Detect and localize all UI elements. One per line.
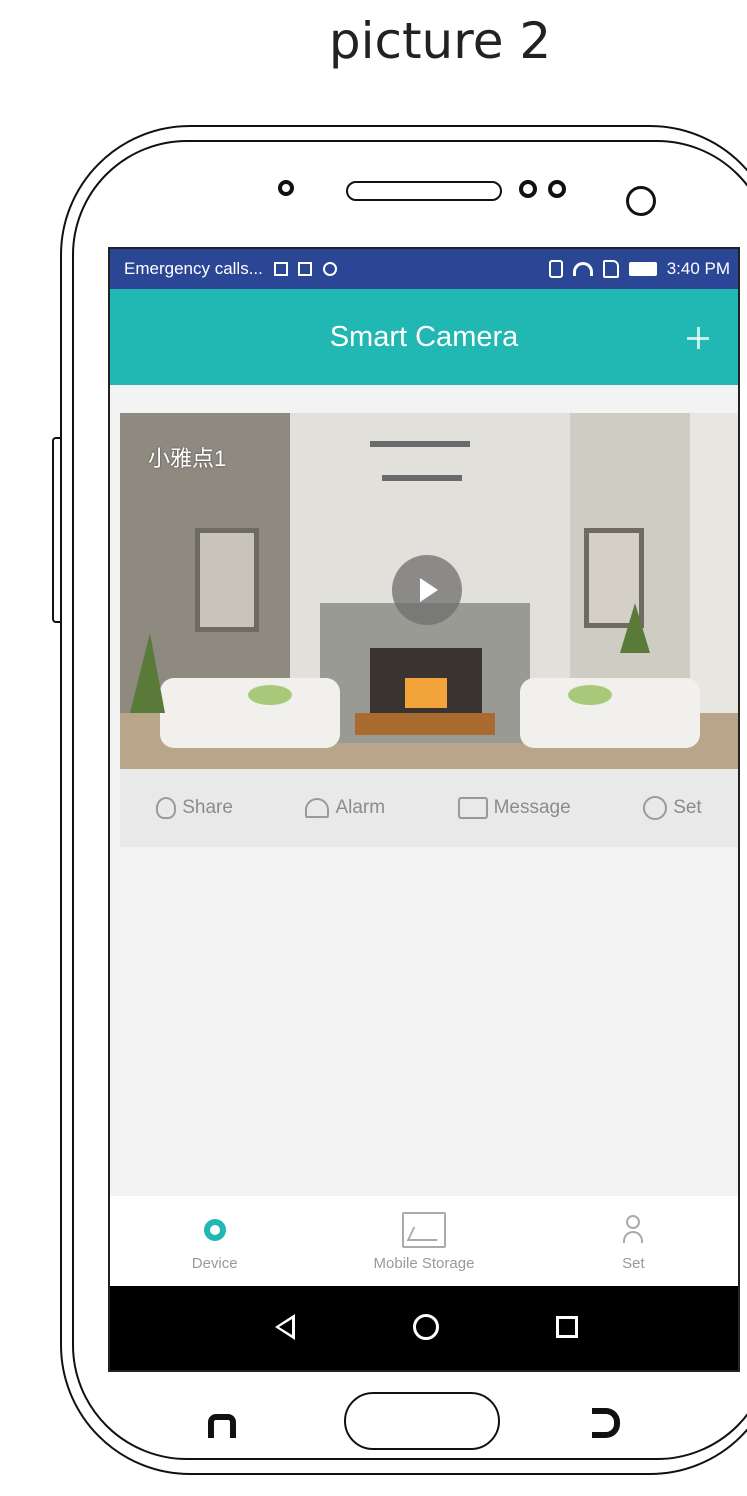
image-icon xyxy=(401,1211,446,1248)
phone-screen: Emergency calls... 3:40 PM Smart Camera xyxy=(108,247,740,1372)
gallery-notification-icon xyxy=(298,262,313,276)
nfc-icon xyxy=(548,260,563,278)
front-camera xyxy=(626,186,656,216)
sensor-dot xyxy=(548,180,566,198)
play-button[interactable] xyxy=(392,555,462,625)
sync-icon xyxy=(323,262,338,276)
status-time: 3:40 PM xyxy=(666,259,730,278)
sensor-dot xyxy=(519,180,537,198)
user-icon xyxy=(623,1214,644,1245)
settings-icon xyxy=(643,796,668,820)
hardware-recent-key xyxy=(208,1414,236,1438)
device-name: 小雅点1 xyxy=(148,446,227,471)
nav-set-label: Set xyxy=(622,1254,645,1272)
camera-thumbnail[interactable]: 小雅点1 xyxy=(120,413,738,769)
side-button xyxy=(52,437,60,623)
alarm-label: Alarm xyxy=(335,797,386,818)
recent-apps-icon[interactable] xyxy=(556,1316,578,1338)
wifi-icon xyxy=(572,262,593,276)
share-icon xyxy=(156,797,177,819)
set-action[interactable]: Set xyxy=(643,796,702,820)
sensor-dot xyxy=(278,180,294,196)
message-label: Message xyxy=(493,797,571,818)
nav-device-label: Device xyxy=(191,1254,238,1272)
device-action-bar: Share Alarm Message Set xyxy=(120,769,738,847)
app-bar: Smart Camera xyxy=(110,289,738,385)
notification-icon xyxy=(273,262,288,276)
carrier-text: Emergency calls... xyxy=(124,259,263,278)
nav-device[interactable]: Device xyxy=(110,1196,319,1286)
share-label: Share xyxy=(182,797,233,818)
figure-caption: picture 2 xyxy=(328,12,552,70)
battery-icon xyxy=(628,262,657,276)
set-label: Set xyxy=(673,797,702,818)
plus-icon[interactable] xyxy=(687,327,709,349)
nav-set[interactable]: Set xyxy=(529,1196,738,1286)
earpiece-speaker xyxy=(346,181,502,201)
sim-icon xyxy=(602,260,619,278)
hardware-back-key xyxy=(592,1408,620,1438)
camera-location-icon xyxy=(203,1218,226,1241)
nav-mobile-storage[interactable]: Mobile Storage xyxy=(319,1196,528,1286)
alarm-icon xyxy=(305,798,330,818)
message-action[interactable]: Message xyxy=(457,797,571,819)
message-icon xyxy=(457,797,488,819)
share-action[interactable]: Share xyxy=(156,797,233,819)
hardware-home-button xyxy=(344,1392,500,1450)
home-icon[interactable] xyxy=(413,1314,439,1340)
nav-mobile-storage-label: Mobile Storage xyxy=(373,1254,475,1272)
app-title: Smart Camera xyxy=(329,321,519,353)
status-bar: Emergency calls... 3:40 PM xyxy=(110,249,738,289)
back-icon[interactable] xyxy=(275,1314,295,1340)
system-nav-bar xyxy=(110,1286,738,1370)
bottom-nav: Device Mobile Storage Set xyxy=(110,1196,738,1286)
alarm-action[interactable]: Alarm xyxy=(305,797,385,819)
